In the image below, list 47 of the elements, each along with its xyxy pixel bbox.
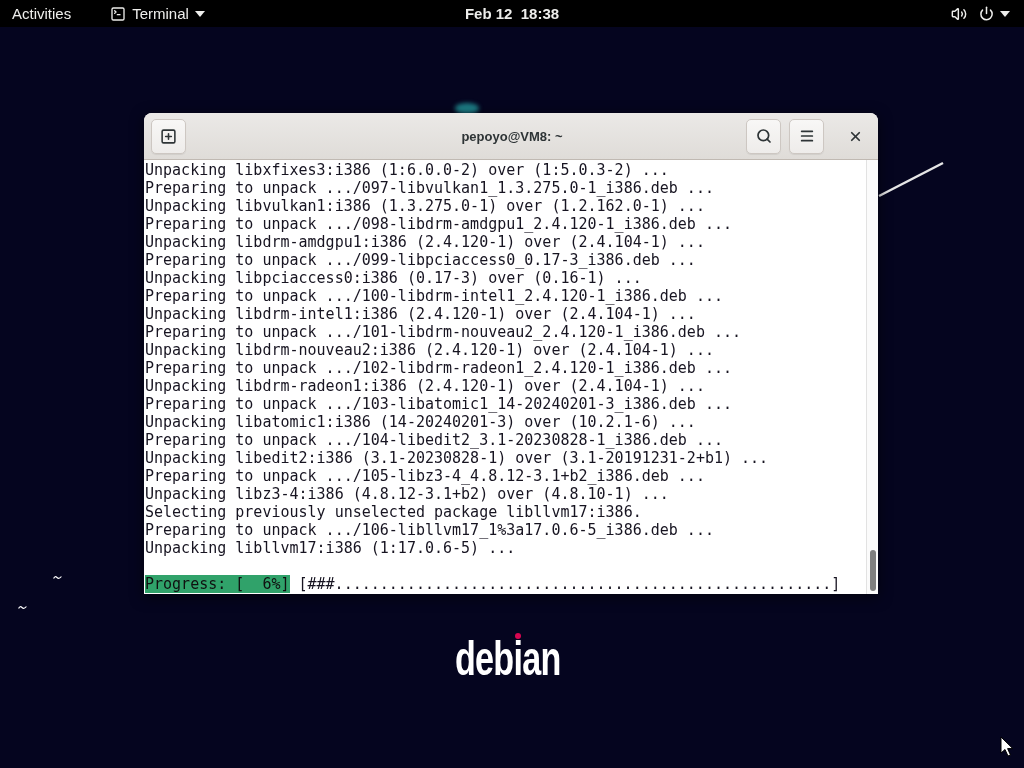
search-button[interactable] (746, 118, 781, 154)
terminal-line: Preparing to unpack .../098-libdrm-amdgpu1_2.4.120-1_i386.deb ... (145, 215, 733, 233)
terminal-line: Preparing to unpack .../105-libz3-4_4.8.12-3.1+b2_i386.deb ... (145, 467, 706, 485)
terminal-line: Preparing to unpack .../106-libllvm17_1%3a17.0.6-5_i386.deb ... (145, 521, 715, 539)
terminal-line: Unpacking libedit2:i386 (3.1-20230828-1) over (3.1-20191231-2+b1) ... (145, 449, 770, 467)
caret-icon (1000, 10, 1010, 17)
activities-button[interactable]: Activities (6, 1, 78, 26)
terminal-line: Selecting previously unselected package libllvm17:i386. (145, 503, 643, 521)
terminal-line: Unpacking libpciaccess0:i386 (0.17-3) over (0.16-1) ... (145, 269, 643, 287)
speaker-icon (951, 5, 967, 22)
terminal-line: Preparing to unpack .../101-libdrm-nouveau2_2.4.120-1_i386.deb ... (145, 323, 743, 341)
scrollbar-thumb[interactable] (869, 550, 876, 591)
terminal-line: Unpacking libxfixes3:i386 (1:6.0.0-2) over (1:5.0.3-2) ... (145, 161, 670, 179)
progress-label: Progress: [ 6%] (145, 575, 290, 593)
diagonal-line (878, 161, 944, 198)
scrollbar[interactable] (866, 160, 878, 594)
terminal-line: Unpacking libvulkan1:i386 (1.3.275.0-1) over (1.2.162.0-1) ... (145, 197, 706, 215)
clock-button[interactable]: Feb 12 18:38 (458, 1, 566, 26)
terminal-line: Unpacking libdrm-nouveau2:i386 (2.4.120-1) over (2.4.104-1) ... (145, 341, 715, 359)
terminal-line: Unpacking libdrm-intel1:i386 (2.4.120-1) over (2.4.104-1) ... (145, 305, 697, 323)
terminal-line: Preparing to unpack .../097-libvulkan1_1.3.275.0-1_i386.deb ... (145, 179, 715, 197)
menu-button[interactable] (789, 118, 824, 154)
terminal-line: Unpacking libz3-4:i386 (4.8.12-3.1+b2) over (4.8.10-1) ... (145, 485, 670, 503)
terminal-line: Preparing to unpack .../102-libdrm-radeon1_2.4.120-1_i386.deb ... (145, 359, 733, 377)
plus-square-icon (160, 127, 177, 145)
logo-dot-icon (515, 633, 521, 639)
squiggle-icon (53, 575, 62, 580)
menu-icon (798, 128, 815, 144)
terminal-line: Unpacking libdrm-amdgpu1:i386 (2.4.120-1) over (2.4.104-1) ... (145, 233, 706, 251)
terminal-line: Preparing to unpack .../100-libdrm-intel1_2.4.120-1_i386.deb ... (145, 287, 724, 305)
power-icon (979, 6, 994, 21)
new-tab-button[interactable] (151, 118, 186, 154)
cursor-icon (1000, 736, 1014, 757)
squiggle-icon (18, 605, 27, 610)
window-title: pepoyo@VM8: ~ (461, 128, 563, 144)
progress-bar-text: [###.......................................................] (298, 575, 841, 593)
terminal-line: Preparing to unpack .../103-libatomic1_14-20240201-3_i386.deb ... (145, 395, 733, 413)
caret-icon (194, 10, 205, 17)
search-icon (755, 128, 772, 144)
terminal-line: Preparing to unpack .../104-libedit2_3.1-20230828-1_i386.deb ... (145, 431, 724, 449)
terminal-line: Unpacking libdrm-radeon1:i386 (2.4.120-1) over (2.4.104-1) ... (145, 377, 706, 395)
logo-wordmark: debian (455, 641, 561, 677)
terminal-line: Unpacking libllvm17:i386 (1:17.0.6-5) ... (145, 539, 517, 557)
terminal-line: Unpacking libatomic1:i386 (14-20240201-3) over (10.2.1-6) ... (145, 413, 697, 431)
terminal-icon (110, 5, 127, 22)
app-menu-button[interactable]: Terminal (104, 1, 211, 26)
terminal-line: Preparing to unpack .../099-libpciaccess0_0.17-3_i386.deb ... (145, 251, 697, 269)
